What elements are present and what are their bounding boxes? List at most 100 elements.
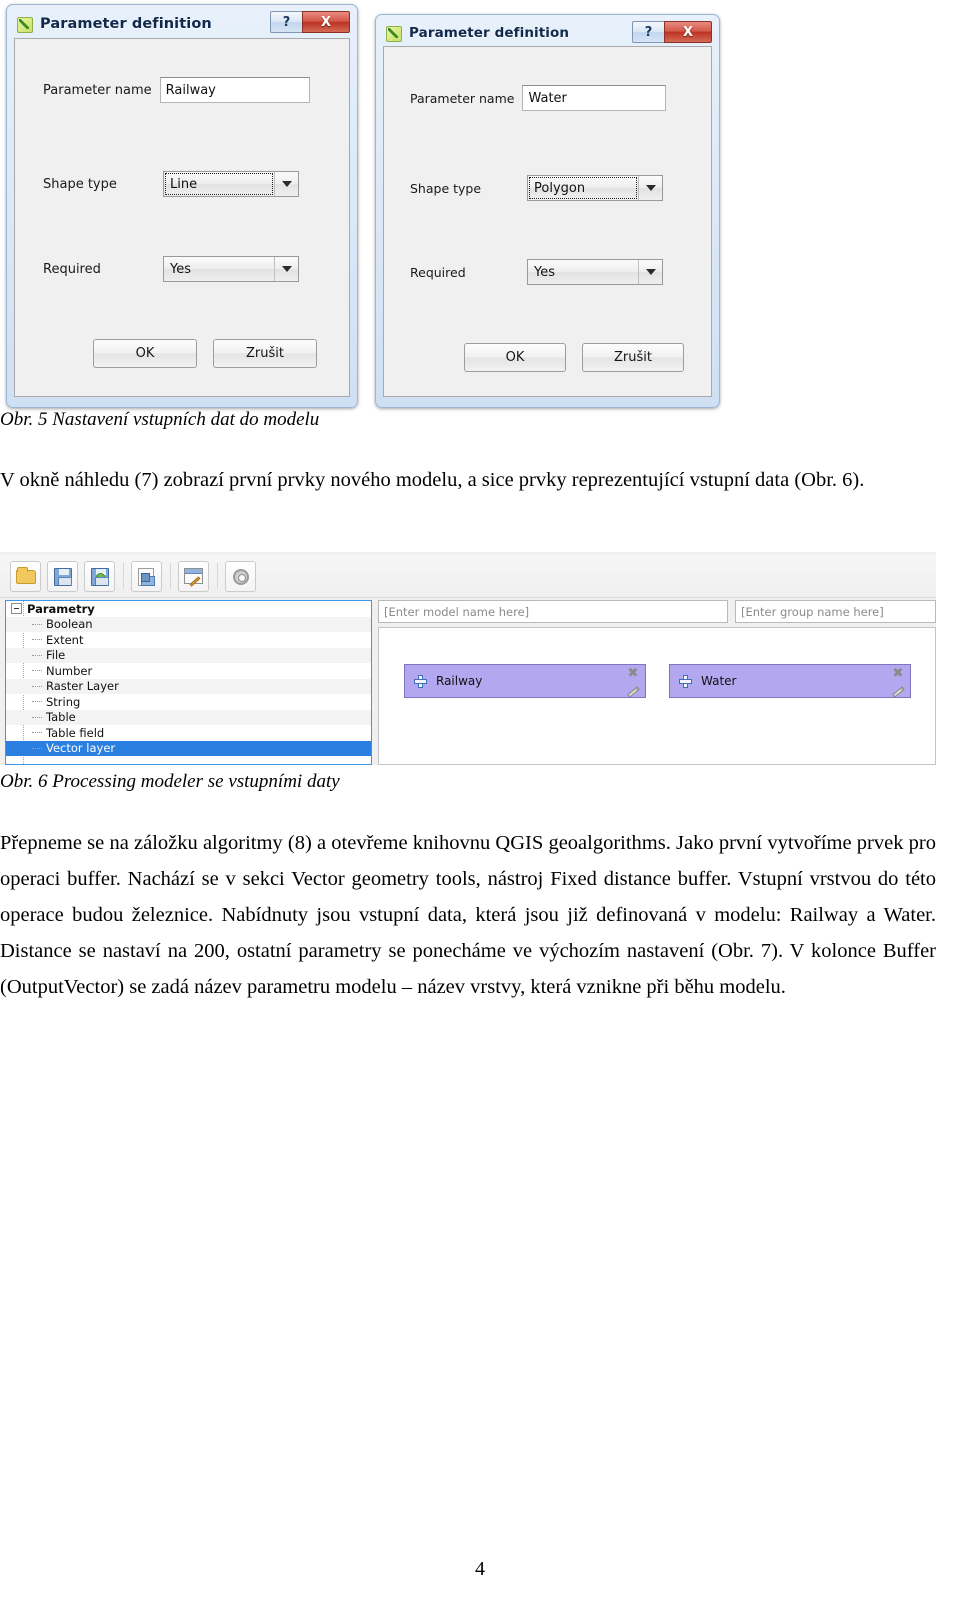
page-number: 4 xyxy=(475,1558,485,1580)
tree-branch-icon xyxy=(32,639,42,641)
tree-item-label: File xyxy=(46,648,66,663)
shape-type-value: Polygon xyxy=(528,176,638,200)
floppy-disk-check-icon xyxy=(91,567,109,586)
pencil-icon[interactable] xyxy=(892,686,905,698)
pencil-icon[interactable] xyxy=(627,686,640,698)
edit-document-icon xyxy=(184,567,203,587)
qgis-model-icon xyxy=(385,25,402,42)
tree-branch-icon xyxy=(32,747,42,749)
model-canvas[interactable]: Railway ✖ Water ✖ xyxy=(378,627,936,765)
export-badge-icon xyxy=(141,572,150,582)
tree-item-label: Number xyxy=(46,663,93,678)
chevron-down-icon xyxy=(638,176,662,200)
tree-item-extent[interactable]: Extent xyxy=(6,632,371,648)
figure-5-caption: Obr. 5 Nastavení vstupních dat do modelu xyxy=(0,409,320,430)
shape-type-value: Line xyxy=(164,172,274,196)
tree-item-label: String xyxy=(46,694,81,709)
model-name-input[interactable]: [Enter model name here] xyxy=(378,600,728,623)
required-label: Required xyxy=(410,264,466,280)
tree-item-table[interactable]: Table xyxy=(6,709,371,725)
close-button[interactable]: X xyxy=(302,11,350,33)
tree-item-label: Table xyxy=(46,710,76,725)
required-select[interactable]: Yes xyxy=(527,259,663,285)
dialog-body: Parameter name Water Shape type Polygon … xyxy=(383,46,712,397)
parameter-name-input[interactable]: Water xyxy=(522,85,667,111)
qgis-model-icon xyxy=(16,16,33,33)
tree-item-label: Extent xyxy=(46,632,84,647)
gears-icon xyxy=(233,568,249,585)
parameter-definition-dialog-water: Parameter definition ? X Parameter name … xyxy=(375,14,720,408)
model-node-railway[interactable]: Railway ✖ xyxy=(404,664,646,698)
collapse-icon[interactable] xyxy=(11,603,22,615)
tree-item-raster-layer[interactable]: Raster Layer xyxy=(6,678,371,694)
save-model-as-button[interactable] xyxy=(84,560,115,592)
node-label: Water xyxy=(701,674,737,688)
tree-item-string[interactable]: String xyxy=(6,694,371,710)
ok-button[interactable]: OK xyxy=(464,343,566,372)
close-button[interactable]: X xyxy=(664,21,712,43)
open-model-button[interactable] xyxy=(10,560,41,592)
group-name-input[interactable]: [Enter group name here] xyxy=(735,600,936,623)
model-node-water[interactable]: Water ✖ xyxy=(669,664,911,698)
window-controls: ? X xyxy=(632,21,712,43)
parameter-name-input[interactable]: Railway xyxy=(159,77,310,103)
tree-branch-icon xyxy=(32,623,42,625)
parameter-definition-dialog-railway: Parameter definition ? X Parameter name … xyxy=(6,4,358,408)
help-button[interactable]: ? xyxy=(632,21,664,43)
required-value: Yes xyxy=(170,261,191,277)
tree-item-number[interactable]: Number xyxy=(6,663,371,679)
paragraph-2: Přepneme se na záložku algoritmy (8) a o… xyxy=(0,832,936,998)
help-button[interactable]: ? xyxy=(270,11,302,33)
edit-help-button[interactable] xyxy=(178,560,209,592)
dialog-title-bar: Parameter definition ? X xyxy=(12,10,352,38)
node-label: Railway xyxy=(436,674,483,688)
close-icon[interactable]: ✖ xyxy=(892,667,904,680)
shape-type-select[interactable]: Polygon xyxy=(527,175,663,201)
export-image-button[interactable] xyxy=(131,560,162,592)
check-badge-icon xyxy=(96,572,105,582)
cancel-button[interactable]: Zrušit xyxy=(213,339,317,368)
tree-item-file[interactable]: File xyxy=(6,647,371,663)
figure-5-dialogs: Parameter definition ? X Parameter name … xyxy=(0,0,960,412)
tree-item-label: Table field xyxy=(46,725,105,740)
run-model-button[interactable] xyxy=(225,560,256,592)
folder-icon xyxy=(16,566,36,584)
floppy-disk-icon xyxy=(54,567,72,586)
save-model-button[interactable] xyxy=(47,560,78,592)
dialog-title: Parameter definition xyxy=(409,25,570,41)
tree-item-vector-layer[interactable]: Vector layer xyxy=(6,740,371,756)
parameter-name-label: Parameter name xyxy=(410,90,515,106)
toolbar-separator xyxy=(123,563,124,589)
tree-item-label: Boolean xyxy=(46,617,93,632)
dialog-body: Parameter name Railway Shape type Line R… xyxy=(14,38,350,397)
inputs-tree-panel[interactable]: Parametry Boolean Extent File Number Ras… xyxy=(5,600,372,765)
chevron-down-icon xyxy=(638,260,662,284)
tree-branch-icon xyxy=(32,701,42,703)
figure-6-processing-modeler: Parametry Boolean Extent File Number Ras… xyxy=(0,552,936,765)
dialog-title-bar: Parameter definition ? X xyxy=(381,20,714,46)
chevron-down-icon xyxy=(274,257,298,281)
tree-item-label: Raster Layer xyxy=(46,679,119,694)
tree-root-parametry[interactable]: Parametry xyxy=(6,601,371,617)
paragraph-1: V okně náhledu (7) zobrazí první prvky n… xyxy=(0,469,865,491)
close-icon[interactable]: ✖ xyxy=(627,667,639,680)
dialog-title: Parameter definition xyxy=(40,16,212,32)
figure-6-caption: Obr. 6 Processing modeler se vstupními d… xyxy=(0,771,340,792)
shape-type-label: Shape type xyxy=(43,176,117,192)
required-label: Required xyxy=(43,261,101,277)
shape-type-label: Shape type xyxy=(410,180,482,196)
tree-branch-icon xyxy=(32,654,42,656)
toolbar-separator xyxy=(217,563,218,589)
cancel-button[interactable]: Zrušit xyxy=(582,343,684,372)
pencil-icon xyxy=(189,575,201,587)
toolbar-separator xyxy=(170,563,171,589)
tree-branch-icon xyxy=(32,685,42,687)
ok-button[interactable]: OK xyxy=(93,339,197,368)
model-name-bar: [Enter model name here] [Enter group nam… xyxy=(378,600,936,623)
add-input-icon xyxy=(414,674,427,688)
tree-item-table-field[interactable]: Table field xyxy=(6,725,371,741)
tree-item-boolean[interactable]: Boolean xyxy=(6,616,371,632)
export-image-icon xyxy=(138,567,155,586)
required-select[interactable]: Yes xyxy=(163,256,299,282)
shape-type-select[interactable]: Line xyxy=(163,171,299,197)
